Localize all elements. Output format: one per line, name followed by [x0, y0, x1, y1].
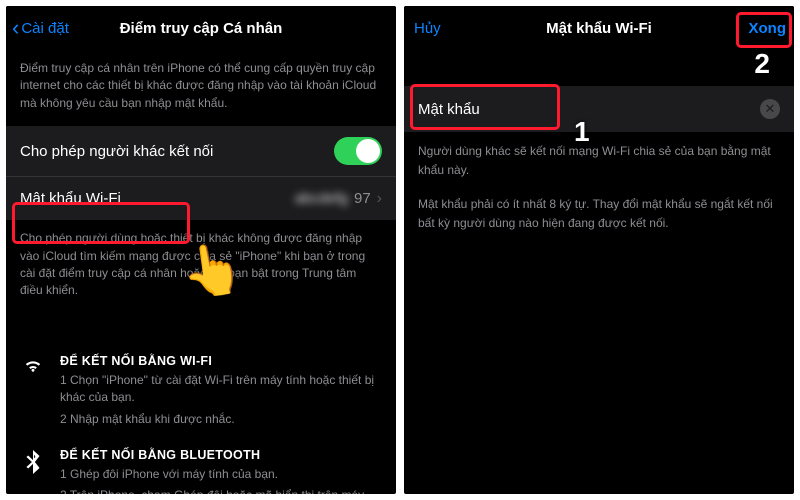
- password-obscured: abcdefg: [295, 190, 348, 207]
- hint-1: Người dùng khác sẽ kết nối mạng Wi-Fi ch…: [404, 132, 794, 185]
- hint-2: Mật khẩu phải có ít nhất 8 ký tự. Thay đ…: [404, 185, 794, 238]
- wifi-instructions: ĐỂ KẾT NỐI BẰNG WI-FI 1 Chọn "iPhone" từ…: [6, 346, 396, 440]
- password-field-label: Mật khẩu: [418, 101, 480, 118]
- cell-allow-others[interactable]: Cho phép người khác kết nối: [6, 126, 396, 176]
- bt-step-2: 2 Trên iPhone, chạm Ghép đôi hoặc mã hiể…: [60, 487, 382, 494]
- settings-group: Cho phép người khác kết nối Mật khẩu Wi-…: [6, 126, 396, 220]
- bt-step-1: 1 Ghép đôi iPhone với máy tính của bạn.: [60, 466, 382, 483]
- bt-section-title: ĐỂ KẾT NỐI BẰNG BLUETOOTH: [60, 448, 382, 462]
- wifi-section-title: ĐỂ KẾT NỐI BẰNG WI-FI: [60, 354, 382, 368]
- intro-text: Điểm truy cập cá nhân trên iPhone có thể…: [6, 50, 396, 126]
- wifi-icon: [20, 354, 46, 432]
- wifi-pw-label: Mật khẩu Wi-Fi: [20, 190, 121, 207]
- screen-wifi-password: Hủy Mật khẩu Wi-Fi Xong Mật khẩu ✕ Người…: [404, 6, 794, 494]
- annotation-number-2: 2: [754, 48, 770, 80]
- back-label: Cài đặt: [21, 20, 69, 37]
- clear-icon[interactable]: ✕: [760, 99, 780, 119]
- instructions: ĐỂ KẾT NỐI BẰNG WI-FI 1 Chọn "iPhone" từ…: [6, 346, 396, 494]
- done-button[interactable]: Xong: [749, 20, 787, 37]
- page-title: Điểm truy cập Cá nhân: [120, 20, 283, 37]
- navbar: Hủy Mật khẩu Wi-Fi Xong: [404, 6, 794, 50]
- screen-personal-hotspot: ‹ Cài đặt Điểm truy cập Cá nhân Điểm tru…: [6, 6, 396, 494]
- chevron-left-icon: ‹: [12, 17, 19, 39]
- navbar: ‹ Cài đặt Điểm truy cập Cá nhân: [6, 6, 396, 50]
- cancel-button[interactable]: Hủy: [414, 20, 441, 37]
- back-button[interactable]: ‹ Cài đặt: [12, 17, 69, 39]
- wifi-step-2: 2 Nhập mật khẩu khi được nhắc.: [60, 411, 382, 428]
- cell-wifi-password[interactable]: Mật khẩu Wi-Fi abcdefg97 ›: [6, 176, 396, 220]
- wifi-pw-value: abcdefg97 ›: [295, 190, 382, 208]
- bluetooth-icon: [20, 448, 46, 494]
- footer-text: Cho phép người dùng hoặc thiết bị khác k…: [6, 220, 396, 314]
- chevron-right-icon: ›: [377, 190, 382, 208]
- bluetooth-instructions: ĐỂ KẾT NỐI BẰNG BLUETOOTH 1 Ghép đôi iPh…: [6, 440, 396, 494]
- page-title: Mật khẩu Wi-Fi: [546, 20, 652, 37]
- toggle-on[interactable]: [334, 137, 382, 165]
- password-input-row[interactable]: Mật khẩu ✕: [404, 86, 794, 132]
- allow-label: Cho phép người khác kết nối: [20, 143, 213, 160]
- wifi-step-1: 1 Chọn "iPhone" từ cài đặt Wi-Fi trên má…: [60, 372, 382, 407]
